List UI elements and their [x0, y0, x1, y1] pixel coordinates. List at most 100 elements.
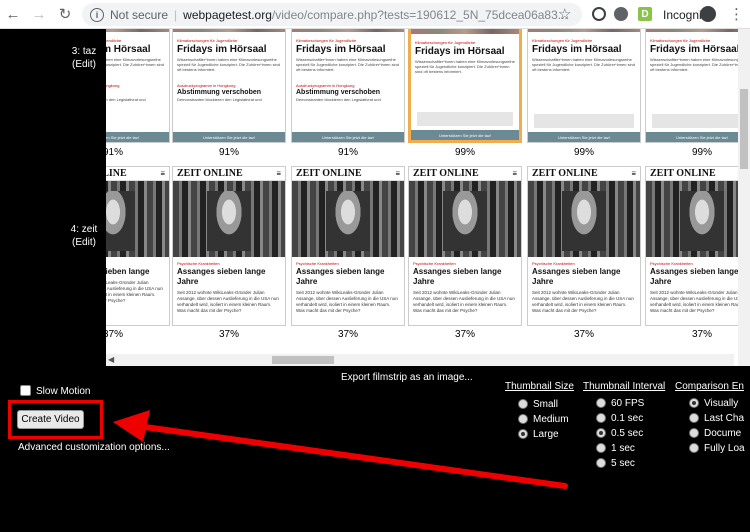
filmstrip-thumbnail[interactable]: Klimaforschungen für JugendlicheFridays … [172, 29, 286, 143]
filmstrip-thumbnail[interactable]: Klimaforschungen für JugendlicheFridays … [408, 29, 522, 143]
support-banner: Unterstützen Sie jetzt die taz! [411, 130, 519, 140]
filmstrip-thumbnail[interactable]: ZEIT ONLINE≡ Psychische KrankheitenAssang… [408, 166, 522, 326]
url-path: /video/compare.php?tests=190612_5N_75dce… [271, 7, 568, 22]
security-label: Not secure [110, 7, 169, 22]
kicker: Klimaforschungen für Jugendliche [106, 38, 122, 43]
article-photo [528, 181, 640, 257]
address-bar[interactable]: i Not secure | webpagetest.org/video/com… [82, 3, 582, 26]
url-host: webpagetest.org [183, 7, 272, 22]
reload-icon[interactable]: ↻ [52, 0, 78, 29]
filmstrip-thumbnail[interactable]: Klimaforschungen für JugendlicheFridays … [527, 29, 641, 143]
horizontal-scrollbar[interactable]: ◀ [106, 354, 734, 366]
brand-name: ZEIT ONLINE [106, 168, 127, 179]
menu-icon[interactable]: ⋮ [729, 5, 744, 23]
zeit-logo: ZEIT ONLINE≡ [409, 167, 521, 181]
hamburger-icon: ≡ [160, 169, 165, 178]
radio-comparison-3[interactable] [689, 443, 699, 453]
filmstrip-thumbnail[interactable]: Klimaforschungen für JugendlicheFridays … [106, 29, 170, 143]
teaser: Wissenschaftler*innen haben eine Klimavo… [415, 59, 515, 74]
radio-label: 0.1 sec [611, 413, 644, 424]
kicker: Psychische Krankheiten [413, 261, 456, 266]
visual-progress-label: 99% [454, 147, 475, 158]
extension-shield-icon[interactable] [614, 7, 628, 21]
headline: Assanges sieben lange [106, 267, 150, 276]
radio-thumb_interval-2[interactable] [596, 428, 606, 438]
kicker: Klimaforschungen für Jugendliche [296, 38, 357, 43]
filmstrip-thumbnail[interactable]: ZEIT ONLINE≡Psychische KrankheitenAssang… [291, 166, 405, 326]
radio-thumb_interval-4[interactable] [596, 458, 606, 468]
radio-label: 5 sec [611, 458, 635, 469]
kicker: Psychische Krankheiten [532, 261, 575, 266]
radio-thumb_interval-0[interactable] [596, 398, 606, 408]
teaser: Wissenschaftler*innen haben eine Klimavo… [177, 57, 280, 72]
brand-name: ZEIT ONLINE [532, 168, 598, 179]
kicker: Klimaforschungen für Jugendliche [532, 38, 593, 43]
advanced-options-link[interactable]: Advanced customization options... [18, 442, 170, 453]
scroll-left-icon[interactable]: ◀ [108, 355, 114, 364]
kicker: Psychische Krankheiten [296, 261, 339, 266]
teaser: Wissenschaftler*innen haben eine Klimavo… [532, 57, 635, 72]
vertical-scrollbar[interactable] [738, 29, 750, 366]
extension-icon[interactable] [592, 7, 606, 21]
headline: Assanges sieben lange Jahre [413, 267, 502, 286]
teaser: Demonstranten blockieren den Legislativr… [177, 97, 262, 102]
kicker: Ausdruckprogramm in Hongkong [106, 83, 120, 88]
radio-thumb_size-0[interactable] [518, 399, 528, 409]
filmstrip-thumbnail[interactable]: ZEIT ONLINE≡Psychische KrankheitenAssang… [106, 166, 170, 326]
scroll-handle[interactable] [740, 89, 748, 169]
filmstrip: Klimaforschungen für JugendlicheFridays … [106, 29, 750, 366]
filmstrip-thumbnail[interactable]: ZEIT ONLINE≡Psychische KrankheitenAssang… [645, 166, 750, 326]
headline: Abstimmung verschoben [177, 89, 262, 96]
headline: Fridays im Hörsaal [415, 46, 505, 57]
divider: | [174, 7, 178, 22]
brand-name: ZEIT ONLINE [650, 168, 716, 179]
radio-thumb_size-2[interactable] [518, 429, 528, 439]
filmstrip-thumbnail[interactable]: Klimaforschungen für JugendlicheFridays … [645, 29, 750, 143]
forward-icon[interactable]: → [26, 0, 52, 29]
zeit-logo: ZEIT ONLINE≡ [646, 167, 750, 181]
brand-name: ZEIT ONLINE [177, 168, 243, 179]
article-photo [173, 181, 285, 257]
scroll-handle[interactable] [272, 356, 334, 364]
visual-progress-label: 37% [106, 329, 123, 340]
export-filmstrip-link[interactable]: Export filmstrip as an image... [341, 372, 473, 383]
filmstrip-thumbnail[interactable]: ZEIT ONLINE≡Psychische KrankheitenAssang… [172, 166, 286, 326]
radio-thumb_interval-3[interactable] [596, 443, 606, 453]
hamburger-icon: ≡ [631, 169, 636, 178]
radio-label: 0.5 sec [611, 428, 644, 439]
headline: Abstimmung verschoben [296, 89, 381, 96]
header-image [173, 29, 285, 32]
radio-label: Fully Loa [704, 443, 745, 454]
headline: Fridays im Hörsaal [532, 44, 622, 55]
extension-d-icon[interactable]: D [638, 7, 652, 21]
bookmark-star-icon[interactable]: ☆ [558, 5, 571, 23]
filmstrip-thumbnail[interactable]: ZEIT ONLINE≡Psychische KrankheitenAssang… [527, 166, 641, 326]
headline: Assanges sieben lange Jahre [296, 267, 385, 286]
visual-progress-label: 37% [454, 329, 475, 340]
comparison-heading: Comparison En [675, 381, 744, 392]
radio-label: Large [533, 429, 559, 440]
teaser: Wissenschaftler*innen haben eine Klimavo… [296, 57, 399, 72]
header-image [292, 29, 404, 32]
back-icon[interactable]: ← [0, 0, 26, 29]
radio-comparison-2[interactable] [689, 428, 699, 438]
info-icon[interactable]: i [90, 7, 104, 22]
teaser: Seit 2012 wohnte WikiLeaks-Gründer Julia… [296, 290, 398, 313]
radio-thumb_size-1[interactable] [518, 414, 528, 424]
slow-motion-label: Slow Motion [36, 386, 91, 397]
kicker: Klimaforschungen für Jugendliche [177, 38, 238, 43]
kicker: Ausdruckprogramm in Hongkong [177, 83, 236, 88]
visual-progress-label: 99% [573, 147, 594, 158]
teaser: Seit 2012 wohnte WikiLeaks-Gründer Julia… [413, 290, 515, 313]
brand-name: ZEIT ONLINE [413, 168, 479, 179]
radio-comparison-1[interactable] [689, 413, 699, 423]
radio-label: Last Cha [704, 413, 745, 424]
radio-comparison-0[interactable] [689, 398, 699, 408]
header-image [411, 29, 519, 34]
radio-thumb_interval-1[interactable] [596, 413, 606, 423]
incognito-icon[interactable] [700, 6, 716, 22]
filmstrip-thumbnail[interactable]: Klimaforschungen für JugendlicheFridays … [291, 29, 405, 143]
slow-motion-checkbox[interactable] [20, 385, 31, 396]
radio-label: 1 sec [611, 443, 635, 454]
article-photo [646, 181, 750, 257]
